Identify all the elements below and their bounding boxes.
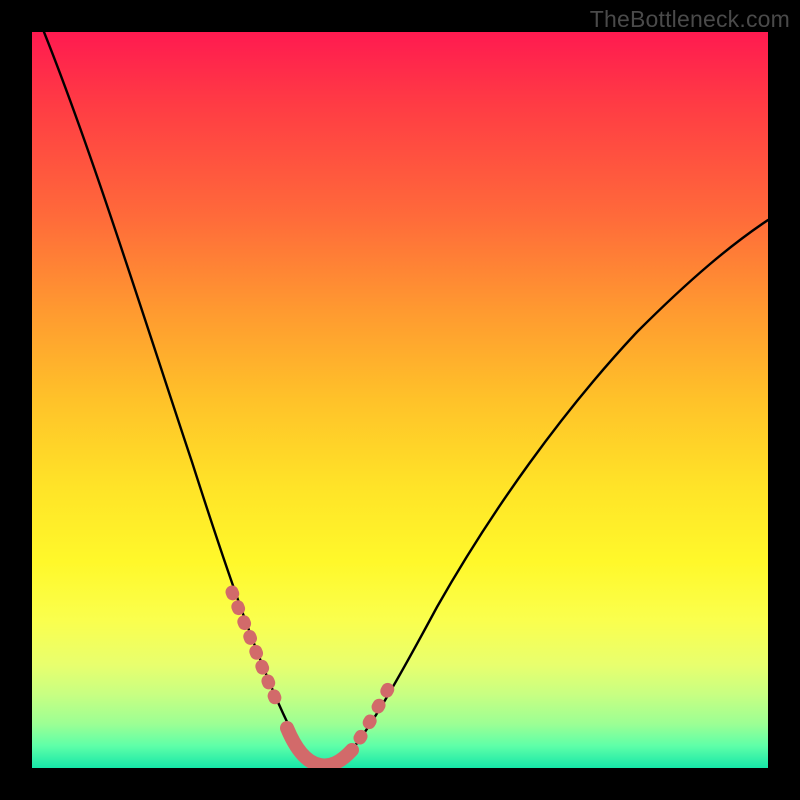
plot-area	[32, 32, 768, 768]
bottleneck-curve	[44, 32, 768, 766]
curve-layer	[32, 32, 768, 768]
highlight-bottom	[287, 728, 352, 765]
highlight-right-dash	[360, 678, 394, 738]
highlight-left-dash	[232, 592, 280, 710]
watermark-text: TheBottleneck.com	[590, 6, 790, 33]
chart-stage: TheBottleneck.com	[0, 0, 800, 800]
